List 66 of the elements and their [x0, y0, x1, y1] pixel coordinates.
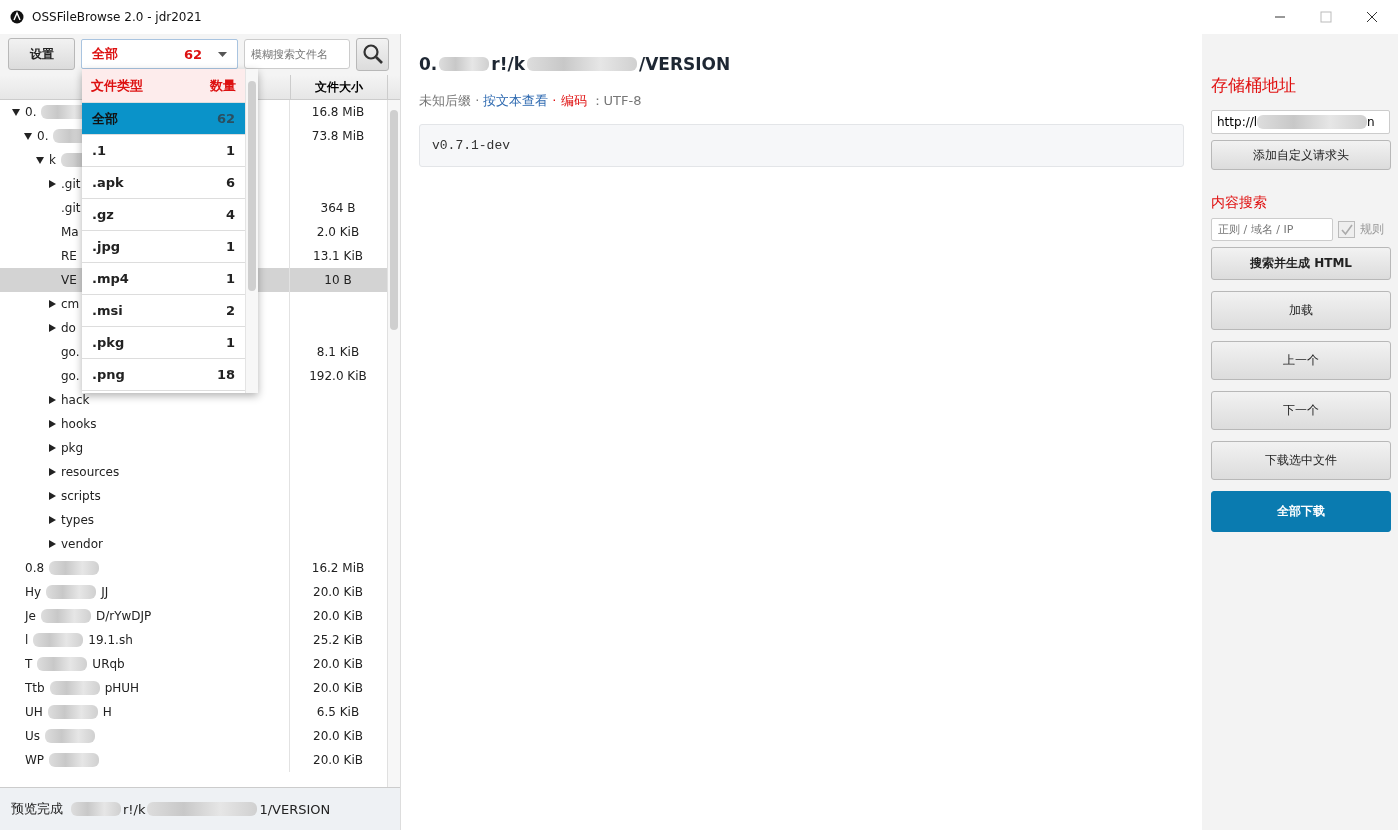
name-fragment: .git [61, 201, 81, 215]
file-size: 364 B [320, 201, 356, 215]
file-content: v0.7.1-dev [419, 124, 1184, 167]
name-fragment: pkg [61, 441, 84, 455]
name-fragment: cm [61, 297, 80, 311]
file-size: 73.8 MiB [311, 129, 365, 143]
name-fragment: .git [61, 177, 81, 191]
name-fragment: 0.8 [25, 561, 45, 575]
section-heading: 内容搜索 [1211, 194, 1268, 212]
name-fragment: T [25, 657, 33, 671]
name-fragment: 0. [25, 105, 37, 119]
status-text: 预览完成 [11, 800, 63, 818]
file-size: 13.1 KiB [313, 249, 363, 263]
file-size: 25.2 KiB [313, 633, 363, 647]
name-fragment: go. [61, 345, 80, 359]
name-fragment: Ttb [25, 681, 45, 695]
name-fragment: Je [25, 609, 36, 623]
file-path-title: 0. [419, 54, 438, 74]
name-fragment: 0. [37, 129, 49, 143]
name-fragment: WP [25, 753, 45, 767]
name-fragment: Hy [25, 585, 42, 599]
name-fragment: scripts [61, 489, 101, 503]
file-size: 20.0 KiB [313, 609, 363, 623]
name-fragment: JJ [101, 585, 109, 599]
window-title: OSSFileBrowse 2.0 - jdr2021 [32, 10, 202, 24]
encoding-label: · 编码 [552, 92, 587, 110]
file-size: 16.2 MiB [311, 561, 365, 575]
file-size: 8.1 KiB [316, 345, 360, 359]
menu-header: 文件类型 数量 [82, 69, 245, 103]
file-size: 20.0 KiB [313, 585, 363, 599]
name-fragment: Ma [61, 225, 79, 239]
name-fragment: H [102, 705, 112, 719]
file-size: 6.5 KiB [316, 705, 360, 719]
checkbox-label: 规则 [1360, 221, 1384, 238]
file-size: 20.0 KiB [313, 657, 363, 671]
encoding-value: ：UTF-8 [590, 92, 642, 110]
name-fragment: vendor [61, 537, 103, 551]
file-size: 192.0 KiB [309, 369, 367, 383]
file-path-title: r!/k [491, 54, 525, 74]
name-fragment: hack [61, 393, 90, 407]
name-fragment: do [61, 321, 76, 335]
name-fragment: UH [25, 705, 43, 719]
name-fragment: types [61, 513, 95, 527]
file-path-title: /VERSION [638, 54, 731, 74]
path-fragment: 1/VERSION [259, 801, 331, 817]
file-size: 10 B [324, 273, 352, 287]
file-size: 20.0 KiB [313, 753, 363, 767]
name-fragment: Us [25, 729, 41, 743]
name-fragment: URqb [92, 657, 125, 671]
path-fragment: r!/k [123, 801, 146, 817]
name-fragment: pHUH [104, 681, 140, 695]
file-size: 20.0 KiB [313, 681, 363, 695]
name-fragment: 19.1.sh [88, 633, 133, 647]
name-fragment: go. [61, 369, 80, 383]
name-fragment: l [25, 633, 29, 647]
name-fragment: k [49, 153, 56, 167]
name-fragment: resources [61, 465, 120, 479]
file-size: 20.0 KiB [313, 729, 363, 743]
file-size: 2.0 KiB [316, 225, 360, 239]
name-fragment: RE [61, 249, 77, 263]
name-fragment: hooks [61, 417, 97, 431]
file-size: 16.8 MiB [311, 105, 365, 119]
name-fragment: D/rYwDJP [95, 609, 152, 623]
section-heading: 存储桶地址 [1211, 74, 1297, 97]
name-fragment: VE [61, 273, 77, 287]
suffix-label: 未知后缀 · [419, 92, 480, 110]
